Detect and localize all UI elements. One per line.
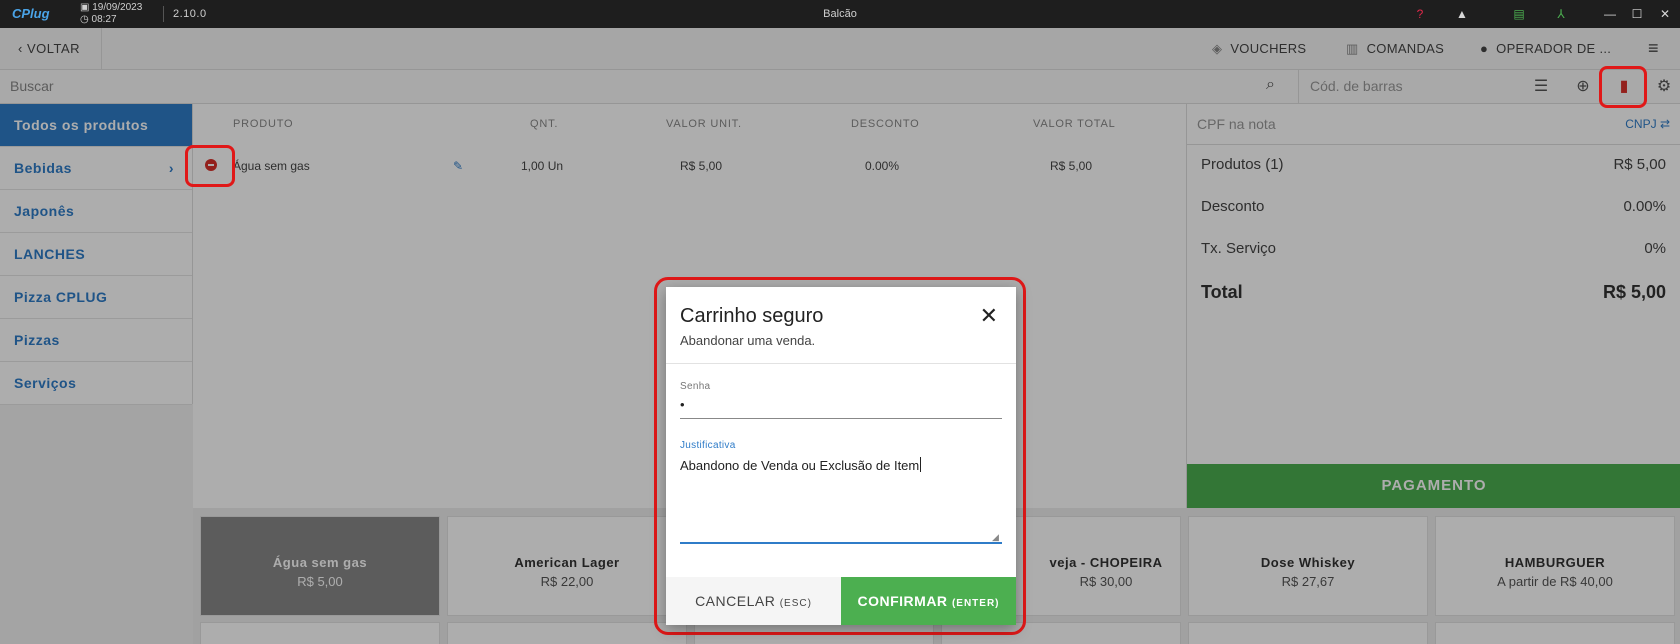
close-icon[interactable]: ✕ — [1656, 5, 1674, 23]
senha-underline — [680, 418, 1002, 419]
minimize-icon[interactable]: — — [1601, 5, 1619, 23]
title-separator — [163, 6, 164, 22]
network-icon[interactable]: ⅄ — [1552, 5, 1570, 23]
confirm-button[interactable]: CONFIRMAR (ENTER) — [841, 577, 1016, 625]
server-icon[interactable]: ▤ — [1510, 5, 1528, 23]
confirm-shortcut: (ENTER) — [951, 598, 1000, 609]
justificativa-text: Abandono de Venda ou Exclusão de Item — [680, 458, 920, 473]
senha-label: Senha — [680, 381, 711, 392]
maximize-icon[interactable]: ☐ — [1628, 5, 1646, 23]
dialog-divider — [666, 363, 1016, 364]
justificativa-field[interactable]: Abandono de Venda ou Exclusão de Item — [680, 457, 922, 473]
confirm-label: CONFIRMAR — [857, 593, 948, 609]
clock-icon: ◷ — [80, 14, 89, 25]
datetime: ▣ 19/09/2023 ◷ 08:27 — [80, 2, 142, 26]
help-icon[interactable]: ? — [1411, 5, 1429, 23]
secure-cart-dialog: Carrinho seguro Abandonar uma venda. ✕ S… — [666, 287, 1016, 625]
text-cursor — [920, 457, 922, 472]
resize-handle-icon[interactable]: ◢ — [992, 532, 999, 543]
date-text: 19/09/2023 — [92, 2, 143, 13]
cancel-label: CANCELAR — [695, 593, 776, 609]
app-logo: CPlug — [12, 6, 50, 21]
justificativa-underline — [680, 542, 1002, 544]
app-version: 2.10.0 — [173, 8, 207, 20]
justificativa-label: Justificativa — [680, 440, 736, 451]
dialog-subtitle: Abandonar uma venda. — [680, 333, 816, 348]
highlight-remove-item — [185, 145, 235, 187]
highlight-trash — [1599, 66, 1647, 108]
bell-icon[interactable]: ▲ — [1453, 5, 1471, 23]
title-bar: CPlug ▣ 19/09/2023 ◷ 08:27 2.10.0 Balcão… — [0, 0, 1680, 28]
senha-field[interactable]: • — [680, 397, 685, 412]
cancel-shortcut: (ESC) — [779, 598, 812, 609]
calendar-icon: ▣ — [80, 2, 90, 13]
close-icon[interactable]: ✕ — [980, 303, 998, 329]
dialog-title: Carrinho seguro — [680, 305, 824, 327]
cancel-button[interactable]: CANCELAR (ESC) — [666, 577, 841, 625]
time-text: 08:27 — [91, 14, 117, 25]
